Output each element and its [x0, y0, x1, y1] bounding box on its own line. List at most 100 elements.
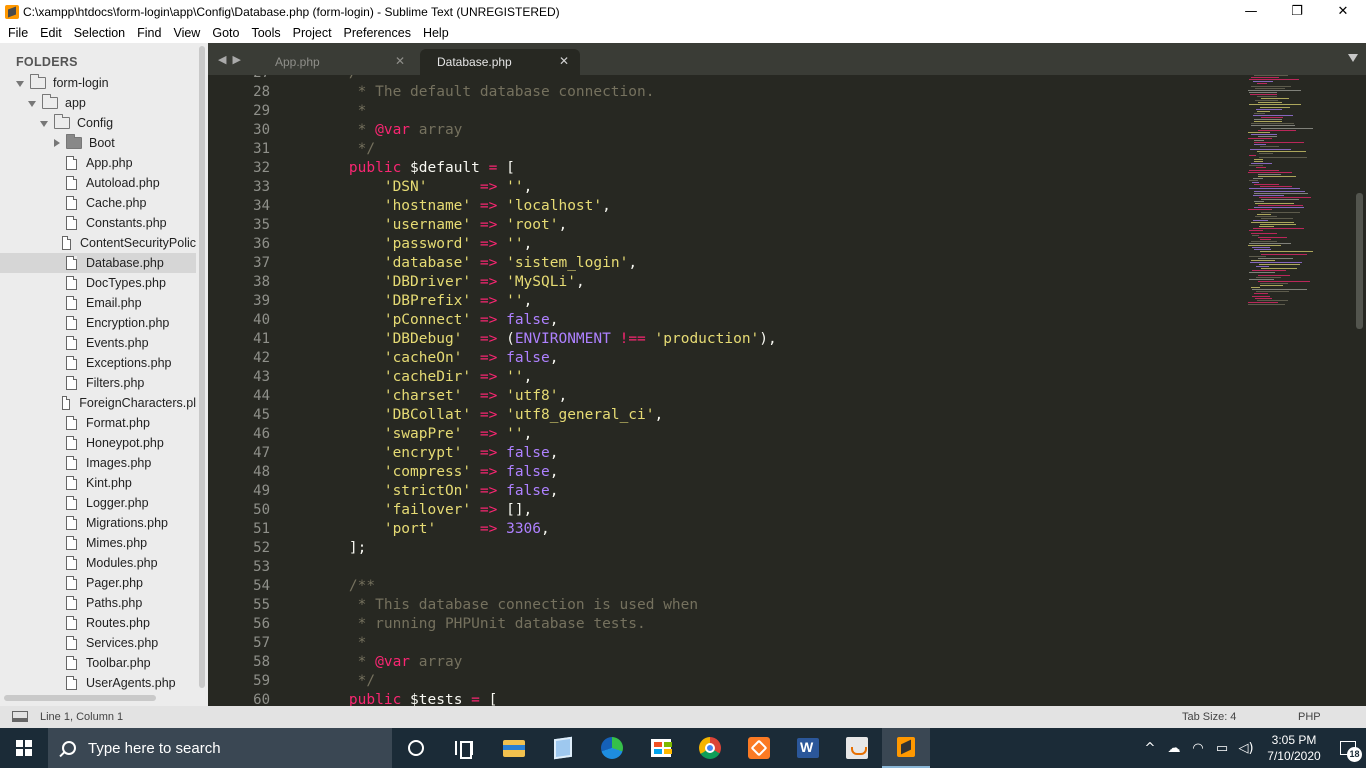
menu-file[interactable]: File [2, 23, 34, 43]
code-editor[interactable]: 2728 29 30 31 32 33 34 35 36 37 38 39 40 41 42 43 44 45 46… [208, 75, 1366, 706]
taskbar-clock[interactable]: 3:05 PM 7/10/2020 [1258, 732, 1330, 764]
code-line[interactable]: public $default = [ [314, 159, 515, 178]
xampp-button[interactable] [735, 728, 783, 768]
volume-icon[interactable]: ◁) [1234, 741, 1258, 756]
onedrive-icon[interactable]: ☁ [1162, 741, 1186, 756]
code-line[interactable]: 'strictOn' => false, [314, 482, 559, 501]
tree-file[interactable]: Cache.php [0, 193, 196, 213]
tree-folder[interactable]: form-login [0, 73, 196, 93]
minimap[interactable] [1244, 75, 1354, 315]
tree-file[interactable]: Filters.php [0, 373, 196, 393]
sidebar-vertical-scrollbar[interactable] [199, 46, 205, 688]
menu-selection[interactable]: Selection [68, 23, 131, 43]
virtualbox-button[interactable] [539, 728, 587, 768]
code-line[interactable]: 'pConnect' => false, [314, 311, 559, 330]
tree-folder[interactable]: Boot [0, 133, 196, 153]
taskbar-search-box[interactable]: Type here to search [48, 728, 392, 768]
sidebar-horizontal-scrollbar[interactable] [4, 695, 156, 701]
tab-app-php[interactable]: App.php ✕ [258, 49, 416, 75]
code-line[interactable]: 'cacheOn' => false, [314, 349, 559, 368]
tab-close-icon[interactable]: ✕ [559, 54, 569, 68]
chevron-down-icon[interactable] [40, 119, 49, 128]
word-button[interactable] [784, 728, 832, 768]
show-hidden-icons-icon[interactable]: ^ [1138, 741, 1162, 756]
maximize-button[interactable]: ❐ [1274, 0, 1320, 23]
tree-folder[interactable]: app [0, 93, 196, 113]
tree-file[interactable]: DocTypes.php [0, 273, 196, 293]
code-line[interactable]: /** [314, 577, 375, 596]
code-line[interactable]: 'compress' => false, [314, 463, 559, 482]
tree-file[interactable]: Images.php [0, 453, 196, 473]
edge-button[interactable] [588, 728, 636, 768]
tree-file[interactable]: Paths.php [0, 593, 196, 613]
tree-file[interactable]: Honeypot.php [0, 433, 196, 453]
code-line[interactable]: public $tests = [ [314, 691, 497, 706]
tab-database-php[interactable]: Database.php ✕ [420, 49, 580, 75]
code-line[interactable]: 'swapPre' => '', [314, 425, 532, 444]
code-line[interactable]: 'DBPrefix' => '', [314, 292, 532, 311]
code-line[interactable]: * The default database connection. [314, 83, 655, 102]
chevron-down-icon[interactable] [16, 79, 25, 88]
tab-list-dropdown-icon[interactable] [1348, 54, 1358, 62]
menu-tools[interactable]: Tools [245, 23, 286, 43]
tab-close-icon[interactable]: ✕ [395, 54, 405, 68]
code-line[interactable]: 'encrypt' => false, [314, 444, 559, 463]
tree-file[interactable]: Kint.php [0, 473, 196, 493]
code-line[interactable]: 'password' => '', [314, 235, 532, 254]
editor-vertical-scrollbar[interactable] [1356, 193, 1363, 329]
sublime-text-button[interactable] [882, 728, 930, 768]
panel-toggle-icon[interactable] [12, 711, 28, 722]
tree-file[interactable]: ForeignCharacters.pl [0, 393, 196, 413]
code-line[interactable]: 'DBCollat' => 'utf8_general_ci', [314, 406, 663, 425]
code-line[interactable]: * [314, 634, 367, 653]
tab-next-icon[interactable]: ▶ [232, 53, 240, 66]
code-line[interactable]: 'charset' => 'utf8', [314, 387, 567, 406]
tree-file[interactable]: Format.php [0, 413, 196, 433]
tree-folder[interactable]: Config [0, 113, 196, 133]
menu-edit[interactable]: Edit [34, 23, 68, 43]
code-line[interactable]: 'DBDebug' => (ENVIRONMENT !== 'productio… [314, 330, 777, 349]
code-area[interactable]: / * The default database connection. * *… [314, 75, 1244, 706]
code-line[interactable]: */ [314, 672, 375, 691]
tree-file[interactable]: Autoload.php [0, 173, 196, 193]
action-center-button[interactable]: 18 [1330, 728, 1366, 768]
menu-goto[interactable]: Goto [206, 23, 245, 43]
file-explorer-button[interactable] [490, 728, 538, 768]
task-view-button[interactable] [440, 728, 488, 768]
menu-preferences[interactable]: Preferences [338, 23, 417, 43]
menu-project[interactable]: Project [287, 23, 338, 43]
start-button[interactable] [0, 728, 48, 768]
code-line[interactable]: 'DSN' => '', [314, 178, 532, 197]
code-line[interactable]: */ [314, 140, 375, 159]
code-line[interactable]: 'cacheDir' => '', [314, 368, 532, 387]
java-button[interactable] [833, 728, 881, 768]
tree-file[interactable]: Services.php [0, 633, 196, 653]
chevron-right-icon[interactable] [52, 138, 61, 148]
tab-size-indicator[interactable]: Tab Size: 4 [1182, 711, 1236, 723]
code-line[interactable]: 'username' => 'root', [314, 216, 567, 235]
chrome-button[interactable] [686, 728, 734, 768]
store-button[interactable] [637, 728, 685, 768]
code-line[interactable]: 'hostname' => 'localhost', [314, 197, 611, 216]
tab-prev-icon[interactable]: ◀ [218, 53, 226, 66]
tree-file[interactable]: Events.php [0, 333, 196, 353]
wifi-icon[interactable]: ◠ [1186, 741, 1210, 756]
tree-file[interactable]: Migrations.php [0, 513, 196, 533]
code-line[interactable]: 'port' => 3306, [314, 520, 550, 539]
minimize-button[interactable]: — [1228, 0, 1274, 23]
code-line[interactable]: 'failover' => [], [314, 501, 532, 520]
code-line[interactable]: * @var array [314, 121, 463, 140]
chevron-down-icon[interactable] [28, 99, 37, 108]
battery-icon[interactable]: ▭ [1210, 741, 1234, 756]
tree-file[interactable]: ContentSecurityPolic [0, 233, 196, 253]
code-line[interactable]: * running PHPUnit database tests. [314, 615, 646, 634]
tree-file[interactable]: Routes.php [0, 613, 196, 633]
cortana-button[interactable] [392, 728, 440, 768]
menu-find[interactable]: Find [131, 23, 167, 43]
code-line[interactable]: ]; [314, 539, 366, 558]
tree-file[interactable]: Exceptions.php [0, 353, 196, 373]
tree-file[interactable]: UserAgents.php [0, 673, 196, 693]
tree-file[interactable]: Database.php [0, 253, 196, 273]
menu-view[interactable]: View [167, 23, 206, 43]
tree-file[interactable]: Logger.php [0, 493, 196, 513]
